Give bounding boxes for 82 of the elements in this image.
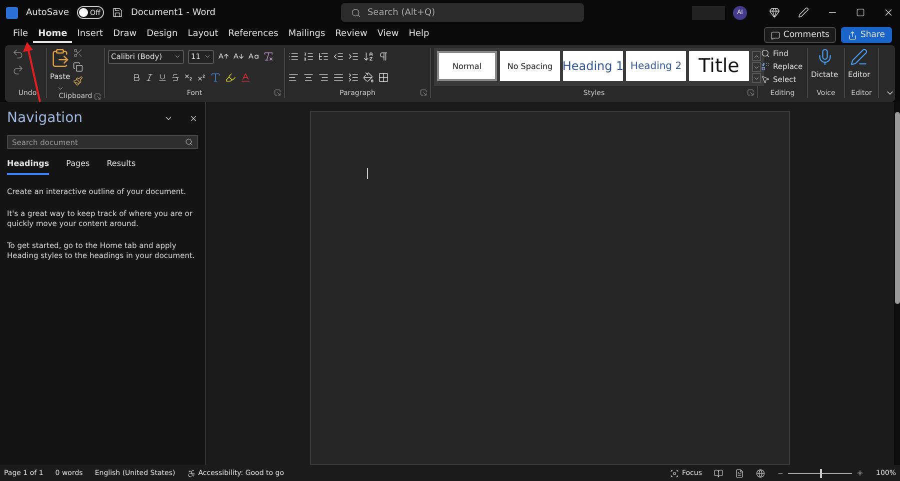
print-layout-icon[interactable]: [734, 468, 744, 478]
comments-button[interactable]: Comments: [764, 27, 836, 43]
accessibility-icon[interactable]: [187, 468, 196, 478]
app-logo-icon: [6, 6, 18, 18]
dialog-launcher-icon[interactable]: [274, 89, 281, 96]
undo-icon[interactable]: [12, 48, 24, 60]
web-layout-icon[interactable]: [756, 468, 765, 478]
text-cursor: [367, 168, 368, 179]
borders-icon[interactable]: [378, 72, 389, 83]
style-option[interactable]: Heading 2: [626, 51, 686, 81]
align-left-icon[interactable]: [288, 72, 299, 83]
autosave-label: AutoSave: [26, 8, 69, 18]
zoom-thumb[interactable]: [820, 468, 822, 478]
dialog-launcher-icon[interactable]: [420, 89, 427, 96]
restore-icon[interactable]: [856, 8, 865, 17]
ribbon-tab[interactable]: Layout: [182, 27, 224, 43]
chevron-down-icon[interactable]: [56, 85, 64, 92]
navigation-title: Navigation: [7, 110, 83, 126]
close-icon[interactable]: [189, 114, 198, 122]
redo-icon[interactable]: [12, 64, 24, 76]
ribbon-tab[interactable]: Insert: [72, 27, 108, 43]
ribbon-tab[interactable]: References: [223, 27, 284, 43]
style-option[interactable]: Normal: [437, 51, 497, 81]
ribbon-tab[interactable]: View: [372, 27, 404, 43]
ribbon-tab[interactable]: File: [8, 27, 34, 43]
style-option[interactable]: Heading 1: [563, 51, 623, 81]
navigation-tab[interactable]: Pages: [66, 159, 90, 175]
comment-icon[interactable]: [771, 30, 780, 40]
zoom-in-icon[interactable]: [856, 469, 864, 477]
close-icon[interactable]: [883, 7, 894, 18]
increase-indent-icon[interactable]: [348, 51, 359, 62]
subscript-icon[interactable]: [184, 73, 192, 82]
ribbon-tab[interactable]: Design: [142, 27, 183, 43]
blank-field: [692, 6, 725, 20]
shading-icon[interactable]: [363, 72, 374, 83]
search-field[interactable]: Search (Alt+Q): [341, 3, 584, 22]
focus-icon[interactable]: [670, 468, 679, 478]
chevron-up-icon[interactable]: [753, 52, 760, 60]
diamond-icon[interactable]: [769, 7, 780, 18]
dialog-launcher-icon[interactable]: [747, 89, 754, 96]
align-right-icon[interactable]: [318, 72, 329, 83]
share-icon[interactable]: [848, 30, 858, 40]
search-icon[interactable]: [351, 8, 362, 18]
pointer-icon[interactable]: [761, 75, 770, 84]
paste-icon[interactable]: [50, 48, 70, 68]
align-center-icon[interactable]: [303, 72, 314, 83]
paintbrush-icon[interactable]: [73, 76, 84, 86]
strikethrough-icon[interactable]: [170, 73, 180, 82]
highlighter-icon[interactable]: [224, 72, 236, 83]
chevron-down-icon[interactable]: [204, 53, 211, 60]
italic-icon[interactable]: [144, 73, 154, 82]
share-button[interactable]: Share: [841, 27, 892, 43]
ribbon-tab[interactable]: Draw: [108, 27, 142, 43]
scrollbar[interactable]: [894, 102, 900, 465]
text-effects-icon[interactable]: [210, 72, 220, 83]
decrease-indent-icon[interactable]: [333, 51, 344, 62]
document-title: Document1 - Word: [131, 8, 216, 18]
sort-icon[interactable]: [363, 51, 374, 62]
line-spacing-icon[interactable]: [348, 72, 359, 83]
ribbon-tab[interactable]: Mailings: [283, 27, 330, 43]
clear-format-icon[interactable]: [263, 51, 274, 62]
copy-icon[interactable]: [73, 62, 84, 72]
numbering-icon[interactable]: [303, 51, 314, 62]
style-option[interactable]: No Spacing: [500, 51, 560, 81]
chevron-down-icon[interactable]: [174, 53, 181, 60]
bold-icon[interactable]: [132, 73, 140, 82]
scissors-icon[interactable]: [73, 48, 84, 58]
read-mode-icon[interactable]: [714, 468, 723, 478]
justify-icon[interactable]: [333, 72, 344, 83]
pilcrow-icon[interactable]: [378, 51, 389, 62]
dialog-launcher-icon[interactable]: [94, 93, 101, 100]
underline-icon[interactable]: [158, 73, 166, 82]
style-option[interactable]: Title: [689, 51, 749, 81]
save-icon[interactable]: [112, 7, 123, 18]
multilevel-list-icon[interactable]: [318, 51, 329, 62]
ribbon-tab[interactable]: Help: [404, 27, 434, 43]
navigation-tab[interactable]: Results: [106, 159, 136, 175]
superscript-icon[interactable]: [196, 73, 206, 82]
ribbon-tab[interactable]: Home: [33, 27, 72, 43]
navigation-tab[interactable]: Headings: [7, 159, 50, 175]
font-color-icon[interactable]: [240, 72, 250, 83]
ribbon-tab[interactable]: Review: [330, 27, 372, 43]
